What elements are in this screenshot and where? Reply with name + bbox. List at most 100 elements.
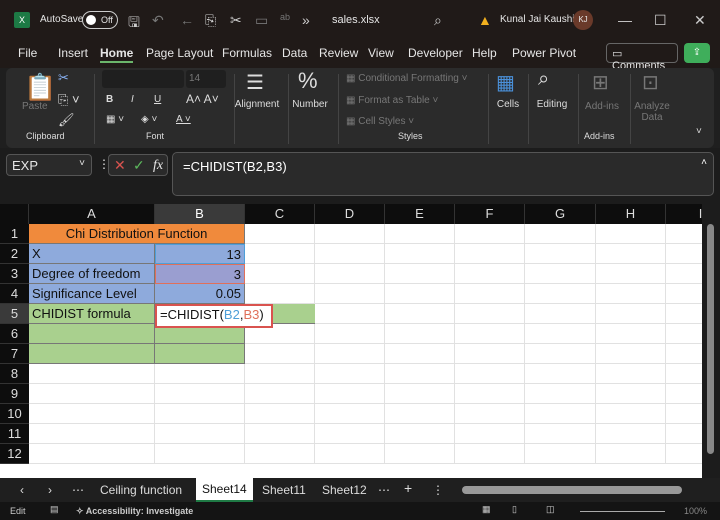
cell-A2[interactable]: X xyxy=(29,244,155,264)
tab-data[interactable]: Data xyxy=(282,46,307,60)
cell-H11[interactable] xyxy=(596,424,666,444)
cell-A3[interactable]: Degree of freedom xyxy=(29,264,155,284)
search-icon[interactable]: ⌕ xyxy=(434,12,442,29)
cell-G6[interactable] xyxy=(525,324,596,344)
italic-button[interactable]: I xyxy=(131,94,134,105)
cell-F2[interactable] xyxy=(455,244,525,264)
addins-button[interactable]: Add-ins xyxy=(582,101,622,112)
cell-I7[interactable] xyxy=(666,344,702,364)
cell-C9[interactable] xyxy=(245,384,315,404)
cell-C11[interactable] xyxy=(245,424,315,444)
cell-I4[interactable] xyxy=(666,284,702,304)
options-icon[interactable]: ⋮ xyxy=(432,483,444,497)
number-button[interactable]: Number xyxy=(290,99,330,110)
cut-icon[interactable]: ✂ xyxy=(230,12,242,29)
cell-D2[interactable] xyxy=(315,244,385,264)
alignment-button[interactable]: Alignment xyxy=(232,99,282,110)
cell-C1[interactable] xyxy=(245,224,315,244)
cell-F5[interactable] xyxy=(455,304,525,324)
cell-B10[interactable] xyxy=(155,404,245,424)
cell-D7[interactable] xyxy=(315,344,385,364)
spelling-icon[interactable]: ab xyxy=(280,12,290,22)
cell-B5[interactable]: =CHIDIST(B2,B3) xyxy=(155,304,273,328)
cell-G3[interactable] xyxy=(525,264,596,284)
cell-C7[interactable] xyxy=(245,344,315,364)
add-sheet-icon[interactable]: + xyxy=(404,480,412,496)
cell-F4[interactable] xyxy=(455,284,525,304)
tab-file[interactable]: File xyxy=(18,46,37,60)
cell-F3[interactable] xyxy=(455,264,525,284)
cell-B3[interactable]: 3 xyxy=(155,264,245,284)
cells-icon[interactable]: ▦ xyxy=(496,70,515,95)
cell-D8[interactable] xyxy=(315,364,385,384)
cell-F6[interactable] xyxy=(455,324,525,344)
cell-B12[interactable] xyxy=(155,444,245,464)
macro-icon[interactable]: ▤ xyxy=(50,504,59,515)
cell-C12[interactable] xyxy=(245,444,315,464)
column-header-C[interactable]: C xyxy=(245,204,315,224)
cell-A4[interactable]: Significance Level xyxy=(29,284,155,304)
cell-B2[interactable]: 13 xyxy=(155,244,245,264)
cell-A11[interactable] xyxy=(29,424,155,444)
sheet-tab-ceiling-function[interactable]: Ceiling function xyxy=(100,483,182,497)
cell-H1[interactable] xyxy=(596,224,666,244)
underline-button[interactable]: U xyxy=(154,94,161,105)
tab-help[interactable]: Help xyxy=(472,46,497,60)
copy-icon[interactable]: ⎘ ˅ xyxy=(58,92,80,108)
save-icon[interactable]: 🖫 xyxy=(128,12,140,36)
column-header-A[interactable]: A xyxy=(29,204,155,224)
name-box[interactable]: EXP ˅ xyxy=(6,154,92,176)
cell-D1[interactable] xyxy=(315,224,385,244)
cell-H3[interactable] xyxy=(596,264,666,284)
row-header-9[interactable]: 9 xyxy=(0,384,29,404)
more-sheets-icon[interactable]: ⋯ xyxy=(72,483,84,497)
cell-A9[interactable] xyxy=(29,384,155,404)
font-size-increase-icon[interactable]: A˄ A˅ xyxy=(186,92,219,106)
cell-A6[interactable] xyxy=(29,324,155,344)
more-commands-icon[interactable]: » xyxy=(302,12,310,28)
tab-view[interactable]: View xyxy=(368,46,394,60)
cell-D5[interactable] xyxy=(315,304,385,324)
tab-review[interactable]: Review xyxy=(319,46,358,60)
sheet-tab-sheet11[interactable]: Sheet11 xyxy=(262,483,306,497)
cell-H2[interactable] xyxy=(596,244,666,264)
addins-icon[interactable]: ⊞ xyxy=(592,70,609,95)
fill-color-icon[interactable]: ◈ ˅ xyxy=(141,114,157,125)
file-name[interactable]: sales.xlsx xyxy=(332,14,380,26)
sheet-tab-sheet14[interactable]: Sheet14 xyxy=(196,478,253,502)
page-break-view-icon[interactable]: ◫ xyxy=(546,504,555,515)
enter-icon[interactable]: ✓ xyxy=(133,157,145,174)
cell-G2[interactable] xyxy=(525,244,596,264)
column-header-F[interactable]: F xyxy=(455,204,525,224)
cell-E7[interactable] xyxy=(385,344,455,364)
copy-icon[interactable]: ⎘ xyxy=(205,12,216,29)
cell-C4[interactable] xyxy=(245,284,315,304)
cell-D3[interactable] xyxy=(315,264,385,284)
cell-H5[interactable] xyxy=(596,304,666,324)
cell-E3[interactable] xyxy=(385,264,455,284)
cell-G4[interactable] xyxy=(525,284,596,304)
undo-icon[interactable]: ↶ xyxy=(152,12,164,29)
cell-F11[interactable] xyxy=(455,424,525,444)
vertical-scrollbar[interactable] xyxy=(702,204,720,478)
cell-F12[interactable] xyxy=(455,444,525,464)
cell-I5[interactable] xyxy=(666,304,702,324)
cell-I10[interactable] xyxy=(666,404,702,424)
cell-G7[interactable] xyxy=(525,344,596,364)
column-header-I[interactable]: I xyxy=(666,204,702,224)
share-button[interactable]: ⇪ xyxy=(684,43,710,63)
bold-button[interactable]: B xyxy=(106,94,113,105)
paste-icon[interactable]: 📋 xyxy=(24,72,56,103)
row-header-7[interactable]: 7 xyxy=(0,344,29,364)
cell-E4[interactable] xyxy=(385,284,455,304)
formula-input[interactable]: =CHIDIST(B2,B3) ˄ xyxy=(172,152,714,196)
cell-G10[interactable] xyxy=(525,404,596,424)
cells-button[interactable]: Cells xyxy=(494,99,522,110)
maximize-icon[interactable]: ☐ xyxy=(654,12,667,29)
cell-G5[interactable] xyxy=(525,304,596,324)
row-header-10[interactable]: 10 xyxy=(0,404,29,424)
editing-button[interactable]: Editing xyxy=(532,99,572,110)
cell-I3[interactable] xyxy=(666,264,702,284)
cell-G12[interactable] xyxy=(525,444,596,464)
next-sheet-icon[interactable]: › xyxy=(48,483,52,497)
